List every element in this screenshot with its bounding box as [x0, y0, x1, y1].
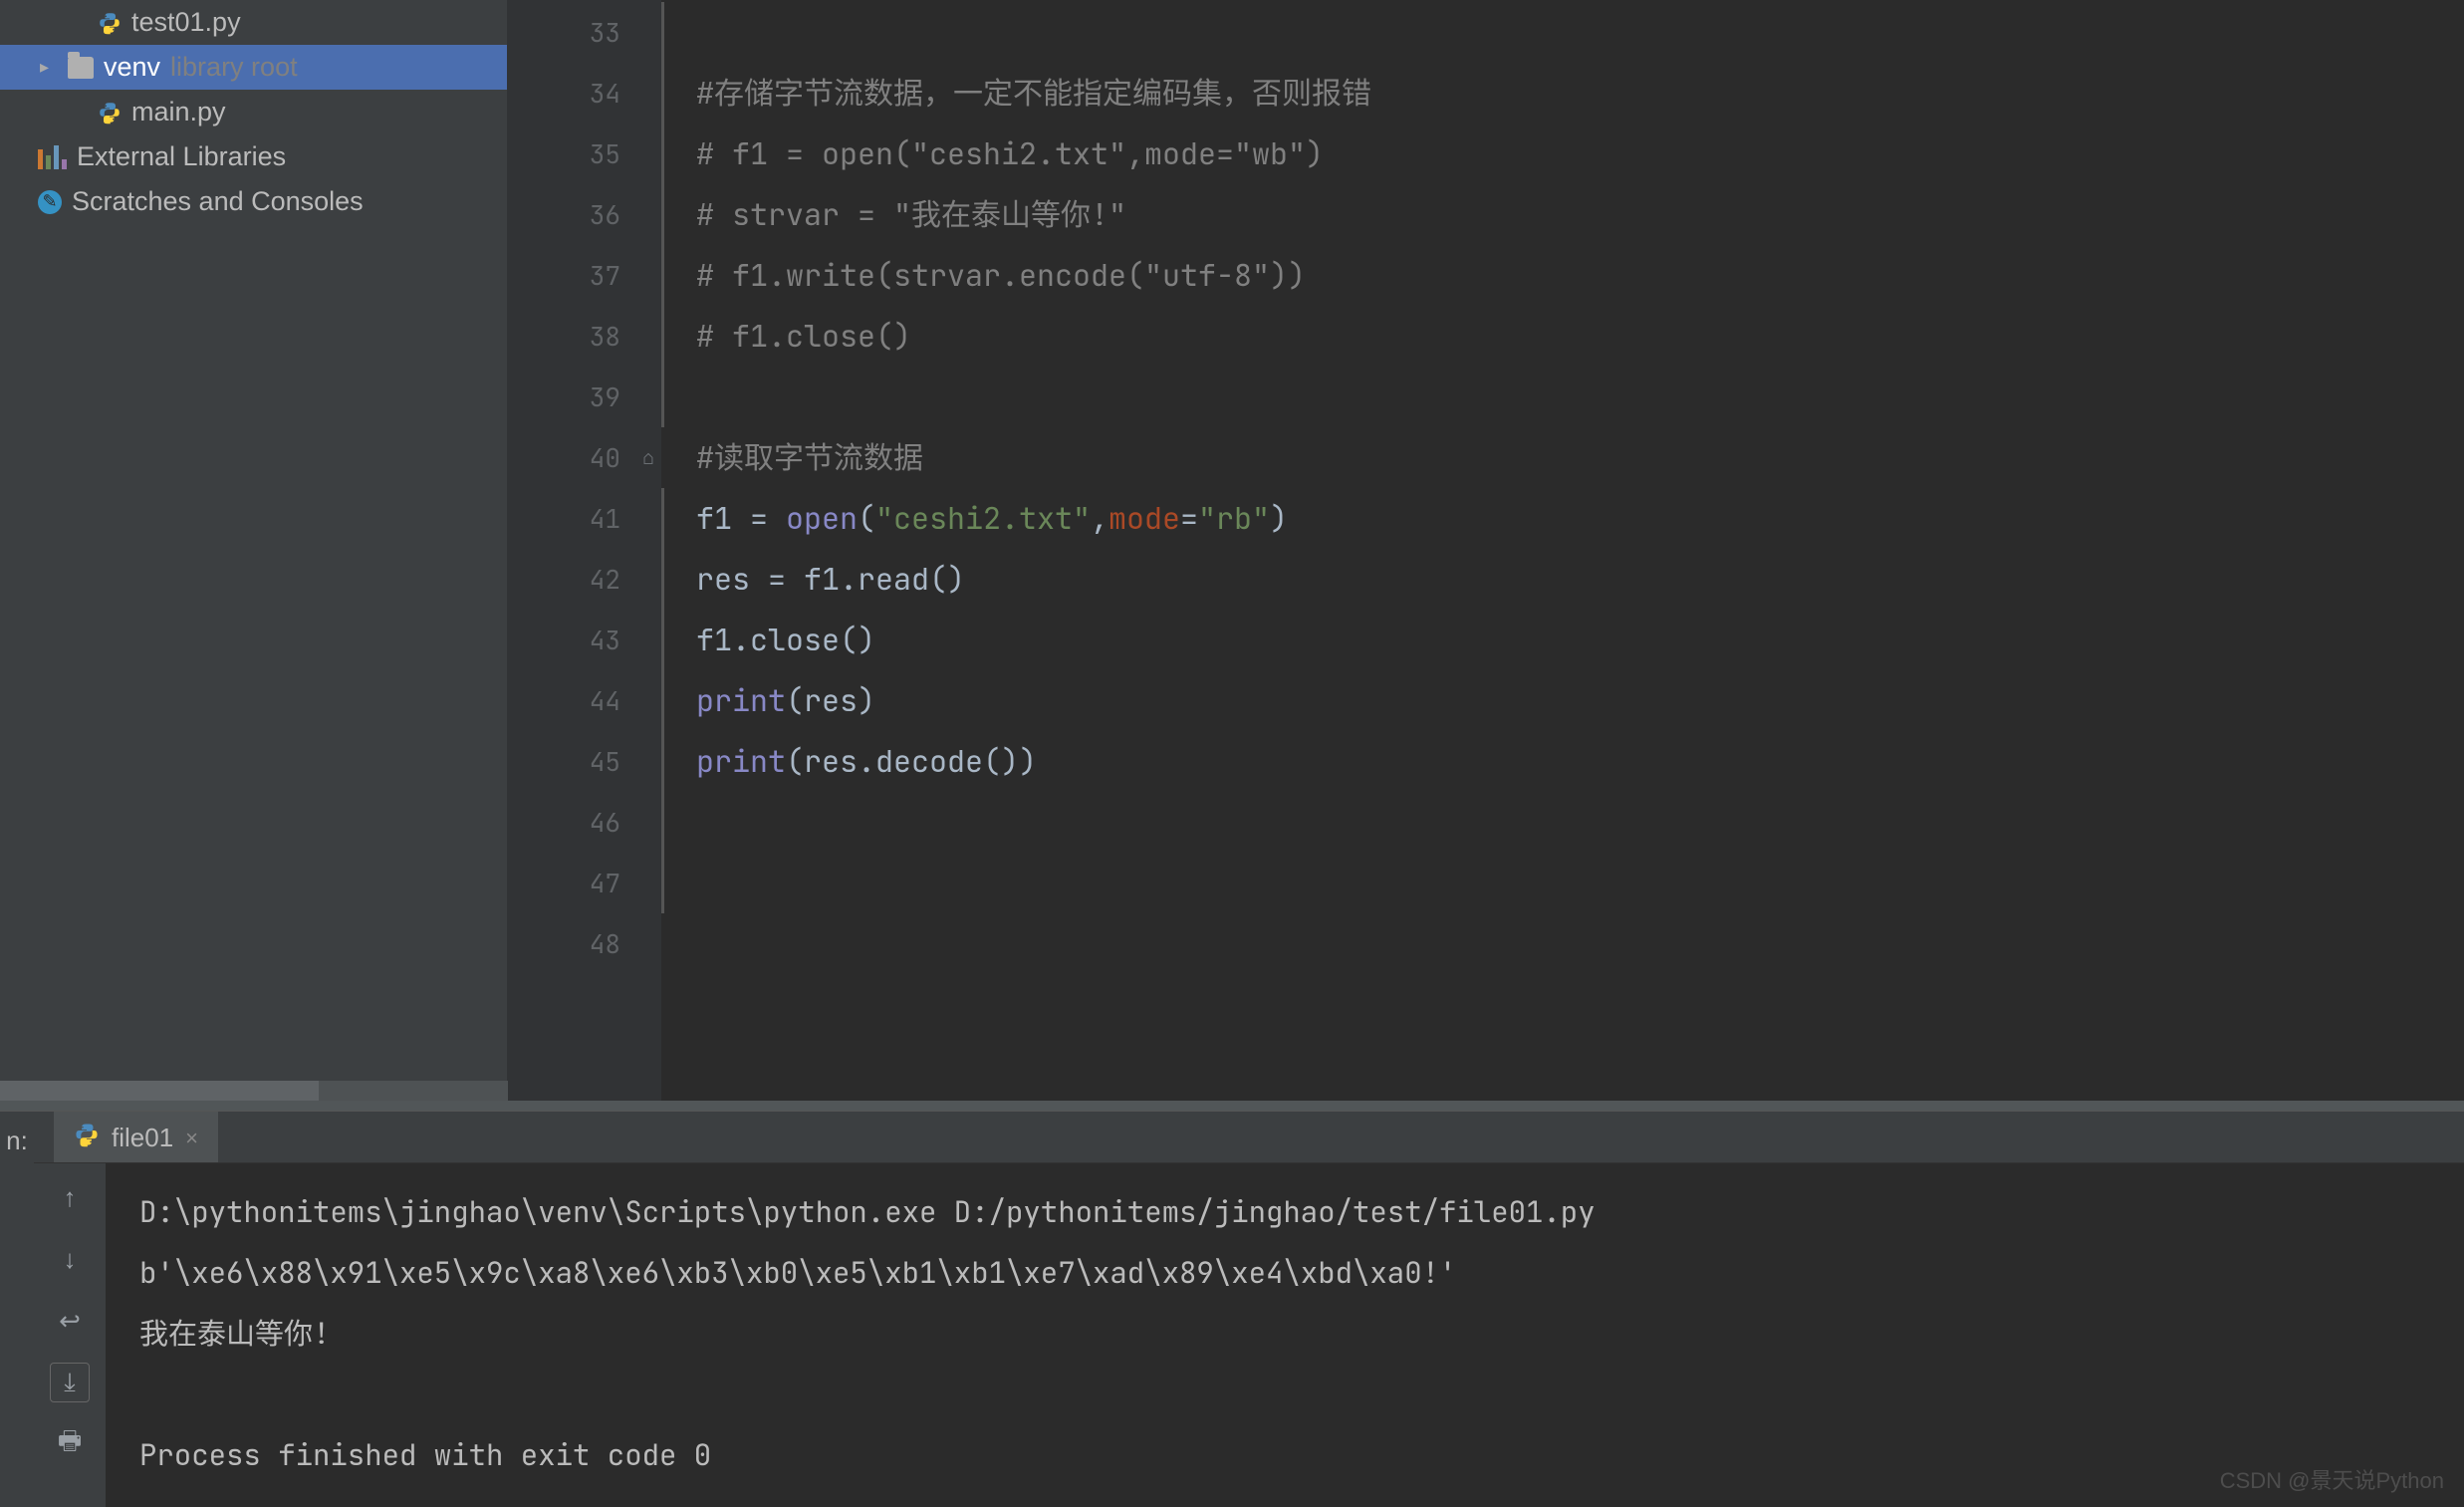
arrow-down-icon[interactable]: ↓	[50, 1239, 90, 1279]
code-line[interactable]: # f1.close()	[661, 306, 2464, 367]
code-line[interactable]	[661, 2, 2464, 63]
project-tree[interactable]: test01.py ▸ venv library root main.py Extern…	[0, 0, 507, 1081]
line-number[interactable]: 41	[508, 488, 660, 549]
code-line[interactable]	[661, 792, 2464, 853]
tree-item-external-libraries[interactable]: External Libraries	[0, 134, 507, 179]
code-line[interactable]: #存储字节流数据，一定不能指定编码集，否则报错	[661, 63, 2464, 124]
line-number[interactable]: 38	[508, 306, 660, 367]
tree-item-label: main.py	[131, 97, 226, 127]
line-number[interactable]: 47	[508, 853, 660, 913]
watermark: CSDN @景天说Python	[2220, 1463, 2444, 1495]
code-line[interactable]: print(res)	[661, 670, 2464, 731]
run-tab-file01[interactable]: file01 ×	[54, 1112, 218, 1162]
chevron-right-icon[interactable]: ▸	[40, 57, 58, 78]
code-line[interactable]: # f1.write(strvar.encode("utf-8"))	[661, 245, 2464, 306]
code-line[interactable]: f1.close()	[661, 610, 2464, 670]
library-icon	[38, 145, 67, 169]
code-line[interactable]: print(res.decode())	[661, 731, 2464, 792]
line-number[interactable]: 45	[508, 731, 660, 792]
tree-item-suffix: library root	[170, 52, 298, 83]
close-icon[interactable]: ×	[185, 1126, 198, 1151]
run-tool-label: n:	[0, 1112, 34, 1507]
python-file-icon	[98, 11, 122, 35]
line-number[interactable]: 44	[508, 670, 660, 731]
line-number[interactable]: 43	[508, 610, 660, 670]
tree-item-label: Scratches and Consoles	[72, 186, 364, 217]
sidebar-horizontal-scrollbar[interactable]	[0, 1081, 508, 1101]
code-line[interactable]	[661, 853, 2464, 913]
code-line[interactable]: # strvar = "我在泰山等你!"	[661, 184, 2464, 245]
code-line[interactable]	[661, 913, 2464, 974]
line-number[interactable]: 48	[508, 913, 660, 974]
line-number[interactable]: 40	[508, 427, 660, 488]
tree-item-test01-py[interactable]: test01.py	[0, 0, 507, 45]
splitter[interactable]	[0, 1101, 2464, 1111]
line-number[interactable]: 39	[508, 367, 660, 427]
tree-item-venv[interactable]: ▸ venv library root	[0, 45, 507, 90]
python-icon	[74, 1122, 100, 1154]
tree-item-label: test01.py	[131, 7, 241, 38]
arrow-up-icon[interactable]: ↑	[50, 1177, 90, 1217]
line-number[interactable]: 33	[508, 2, 660, 63]
print-icon[interactable]: 🖶	[50, 1424, 90, 1464]
line-number[interactable]: 46	[508, 792, 660, 853]
run-tab-label: file01	[112, 1123, 173, 1153]
tree-item-label: External Libraries	[77, 141, 286, 172]
scratch-icon: ✎	[38, 190, 62, 214]
run-tabs: file01 ×	[34, 1112, 2464, 1163]
python-file-icon	[98, 101, 122, 125]
tree-item-main-py[interactable]: main.py	[0, 90, 507, 134]
soft-wrap-icon[interactable]: ↩	[50, 1301, 90, 1341]
code-editor[interactable]: 33343536373839404142434445464748 #存储字节流数…	[508, 0, 2464, 1101]
run-toolbar: ↑ ↓ ↩ ⤓ 🖶	[34, 1163, 106, 1507]
folder-icon	[68, 57, 94, 79]
code-line[interactable]	[661, 367, 2464, 427]
tree-item-scratches-and-consoles[interactable]: ✎ Scratches and Consoles	[0, 179, 507, 224]
code-line[interactable]: res = f1.read()	[661, 549, 2464, 610]
run-console[interactable]: D:\pythonitems\jinghao\venv\Scripts\pyth…	[106, 1163, 2464, 1507]
line-number[interactable]: 36	[508, 184, 660, 245]
code-line[interactable]: # f1 = open("ceshi2.txt",mode="wb")	[661, 124, 2464, 184]
tree-item-label: venv	[104, 52, 160, 83]
project-sidebar: test01.py ▸ venv library root main.py Extern…	[0, 0, 508, 1101]
line-number[interactable]: 42	[508, 549, 660, 610]
sidebar-scrollbar-thumb[interactable]	[0, 1081, 319, 1101]
code-line[interactable]: f1 = open("ceshi2.txt",mode="rb")	[661, 488, 2464, 549]
line-number[interactable]: 37	[508, 245, 660, 306]
scroll-to-end-icon[interactable]: ⤓	[50, 1363, 90, 1402]
code-line[interactable]: #读取字节流数据	[661, 427, 2464, 488]
line-number[interactable]: 34	[508, 63, 660, 124]
run-tool-window: n: file01 × ↑ ↓ ↩ ⤓ 🖶 D:	[0, 1111, 2464, 1507]
editor-code-area[interactable]: #存储字节流数据，一定不能指定编码集，否则报错# f1 = open("cesh…	[661, 0, 2464, 1101]
line-number[interactable]: 35	[508, 124, 660, 184]
editor-gutter[interactable]: 33343536373839404142434445464748	[508, 0, 661, 1101]
